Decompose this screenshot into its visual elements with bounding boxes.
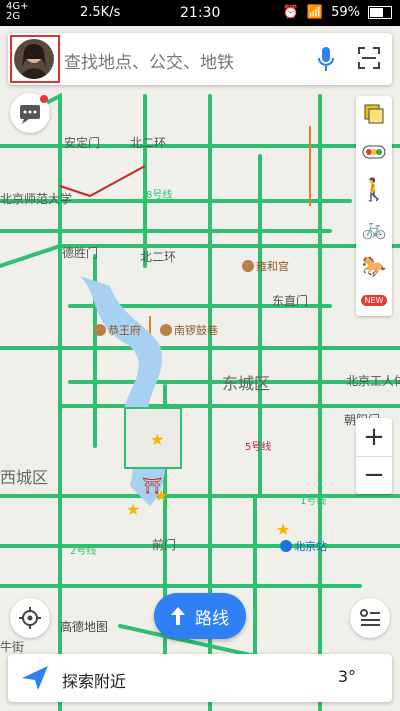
tiananmen-icon: ⛩ xyxy=(142,476,163,495)
clock: 21:30 xyxy=(180,5,221,21)
poi-yonghegong[interactable]: 雍和宫 xyxy=(242,258,289,274)
train-icon xyxy=(280,540,292,552)
star-icon: ★ xyxy=(150,430,165,449)
person-icon: 🚶 xyxy=(360,177,388,203)
temple-icon xyxy=(242,260,254,272)
list-button[interactable] xyxy=(350,598,390,638)
traffic-button[interactable] xyxy=(356,134,392,170)
annotation-arrow xyxy=(59,165,146,198)
zoom-control: + − xyxy=(356,418,392,494)
map-label: 北二环 xyxy=(130,136,167,150)
traffic-icon xyxy=(362,145,386,159)
battery-percent: 59% xyxy=(331,5,360,20)
temple-icon xyxy=(94,324,106,336)
map-label: 前门 xyxy=(152,538,177,552)
subway-label: 2号线 xyxy=(70,546,97,557)
crosshair-icon xyxy=(19,607,41,629)
alarm-icon: ⏰ xyxy=(282,5,299,20)
locate-button[interactable] xyxy=(10,598,50,638)
network-bottom: 2G xyxy=(6,11,21,22)
subway-label: 8号线 xyxy=(146,190,173,201)
network-indicator: 4G+ 2G xyxy=(6,2,29,22)
new-feature-button[interactable]: 🐎 xyxy=(356,248,392,284)
map-label: 东城区 xyxy=(222,374,271,393)
map-label: 安定门 xyxy=(64,136,101,150)
horse-icon: 🐎 xyxy=(361,254,387,278)
explore-label: 探索附近 xyxy=(62,672,127,691)
map-label: 北京工人体 xyxy=(346,374,400,388)
arrow-up-icon xyxy=(171,607,185,625)
layers-button[interactable] xyxy=(356,96,392,132)
temple-icon xyxy=(160,324,172,336)
search-placeholder[interactable]: 查找地点、公交、地铁 xyxy=(64,48,234,73)
wifi-icon: 📶 xyxy=(306,5,324,20)
route-label: 路线 xyxy=(195,608,229,629)
zoom-out-button[interactable]: − xyxy=(356,456,392,494)
highlight-frame xyxy=(10,35,60,83)
map-toolbar: 🚶 🚲 🐎 NEW xyxy=(356,96,392,316)
subway-label: 1号线 xyxy=(300,496,327,507)
map-label: 德胜门 xyxy=(62,246,99,260)
bicycle-icon: 🚲 xyxy=(361,216,387,240)
map-label: 牛街 xyxy=(0,640,25,654)
poi-gongwangfu[interactable]: 恭王府 xyxy=(94,322,141,338)
status-bar: 4G+ 2G 2.5K/s 21:30 ⏰ 📶 59% xyxy=(0,0,400,26)
map-label: 东直门 xyxy=(272,294,309,308)
app-logo: 高德地图 xyxy=(60,620,109,634)
poi-beijing-station[interactable]: 北京站 xyxy=(280,538,327,554)
map-label: 北京师范大学 xyxy=(0,192,73,206)
search-bar[interactable]: 查找地点、公交、地铁 xyxy=(8,33,392,85)
new-badge: NEW xyxy=(356,282,392,318)
poi-nanluoguxiang[interactable]: 南锣鼓巷 xyxy=(160,322,218,338)
network-speed: 2.5K/s xyxy=(80,5,121,20)
temperature: 3° xyxy=(337,667,356,686)
layers-icon xyxy=(364,104,384,124)
microphone-icon[interactable] xyxy=(318,47,334,71)
bike-button[interactable]: 🚲 xyxy=(356,210,392,246)
route-button[interactable]: 路线 xyxy=(154,593,246,639)
lake xyxy=(80,276,165,506)
star-icon: ★ xyxy=(126,500,141,519)
battery-icon xyxy=(368,6,392,19)
zoom-in-button[interactable]: + xyxy=(356,418,392,457)
star-icon: ★ xyxy=(276,520,291,539)
explore-bar[interactable]: 探索附近 3° xyxy=(8,654,392,702)
map-label: 北二环 xyxy=(140,250,177,264)
navigation-icon xyxy=(22,666,48,690)
subway-label: 5号线 xyxy=(245,442,272,453)
list-icon xyxy=(360,609,380,626)
notification-badge xyxy=(40,95,48,103)
message-button[interactable] xyxy=(10,93,50,133)
street-view-button[interactable]: 🚶 xyxy=(356,172,392,208)
map-label: 西城区 xyxy=(0,468,49,487)
scan-icon[interactable] xyxy=(358,47,380,69)
